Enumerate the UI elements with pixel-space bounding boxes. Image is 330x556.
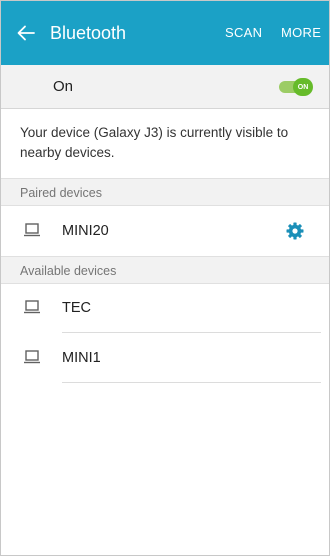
device-name: TEC [62, 300, 91, 316]
device-name: MINI20 [62, 223, 109, 239]
master-switch-bar[interactable]: On ON [1, 65, 329, 109]
laptop-icon [24, 223, 40, 237]
paired-devices-header: Paired devices [1, 178, 329, 206]
gear-icon [286, 222, 304, 240]
page-title: Bluetooth [50, 23, 127, 43]
more-button[interactable]: MORE [281, 23, 321, 43]
scan-button[interactable]: SCAN [225, 23, 262, 43]
laptop-icon [24, 350, 40, 364]
app-bar: Bluetooth SCAN MORE [1, 1, 329, 65]
master-switch-label: On [53, 78, 74, 95]
back-button[interactable] [15, 21, 37, 45]
bluetooth-toggle[interactable]: ON [279, 78, 313, 96]
visibility-message: Your device (Galaxy J3) is currently vis… [20, 125, 289, 160]
available-devices-title: Available devices [20, 264, 117, 278]
device-settings-button[interactable] [285, 221, 305, 241]
device-row-mini20[interactable]: MINI20 [1, 206, 329, 256]
toggle-thumb: ON [293, 78, 313, 96]
device-row-tec[interactable]: TEC [1, 283, 329, 333]
bluetooth-settings-screen: Bluetooth SCAN MORE On ON Your device (G… [0, 0, 330, 556]
device-row-mini1[interactable]: MINI1 [1, 333, 329, 383]
laptop-icon [24, 300, 40, 314]
paired-devices-title: Paired devices [20, 186, 102, 200]
arrow-left-icon [17, 25, 35, 41]
row-divider [62, 382, 321, 383]
device-name: MINI1 [62, 350, 101, 366]
available-devices-header: Available devices [1, 256, 329, 284]
